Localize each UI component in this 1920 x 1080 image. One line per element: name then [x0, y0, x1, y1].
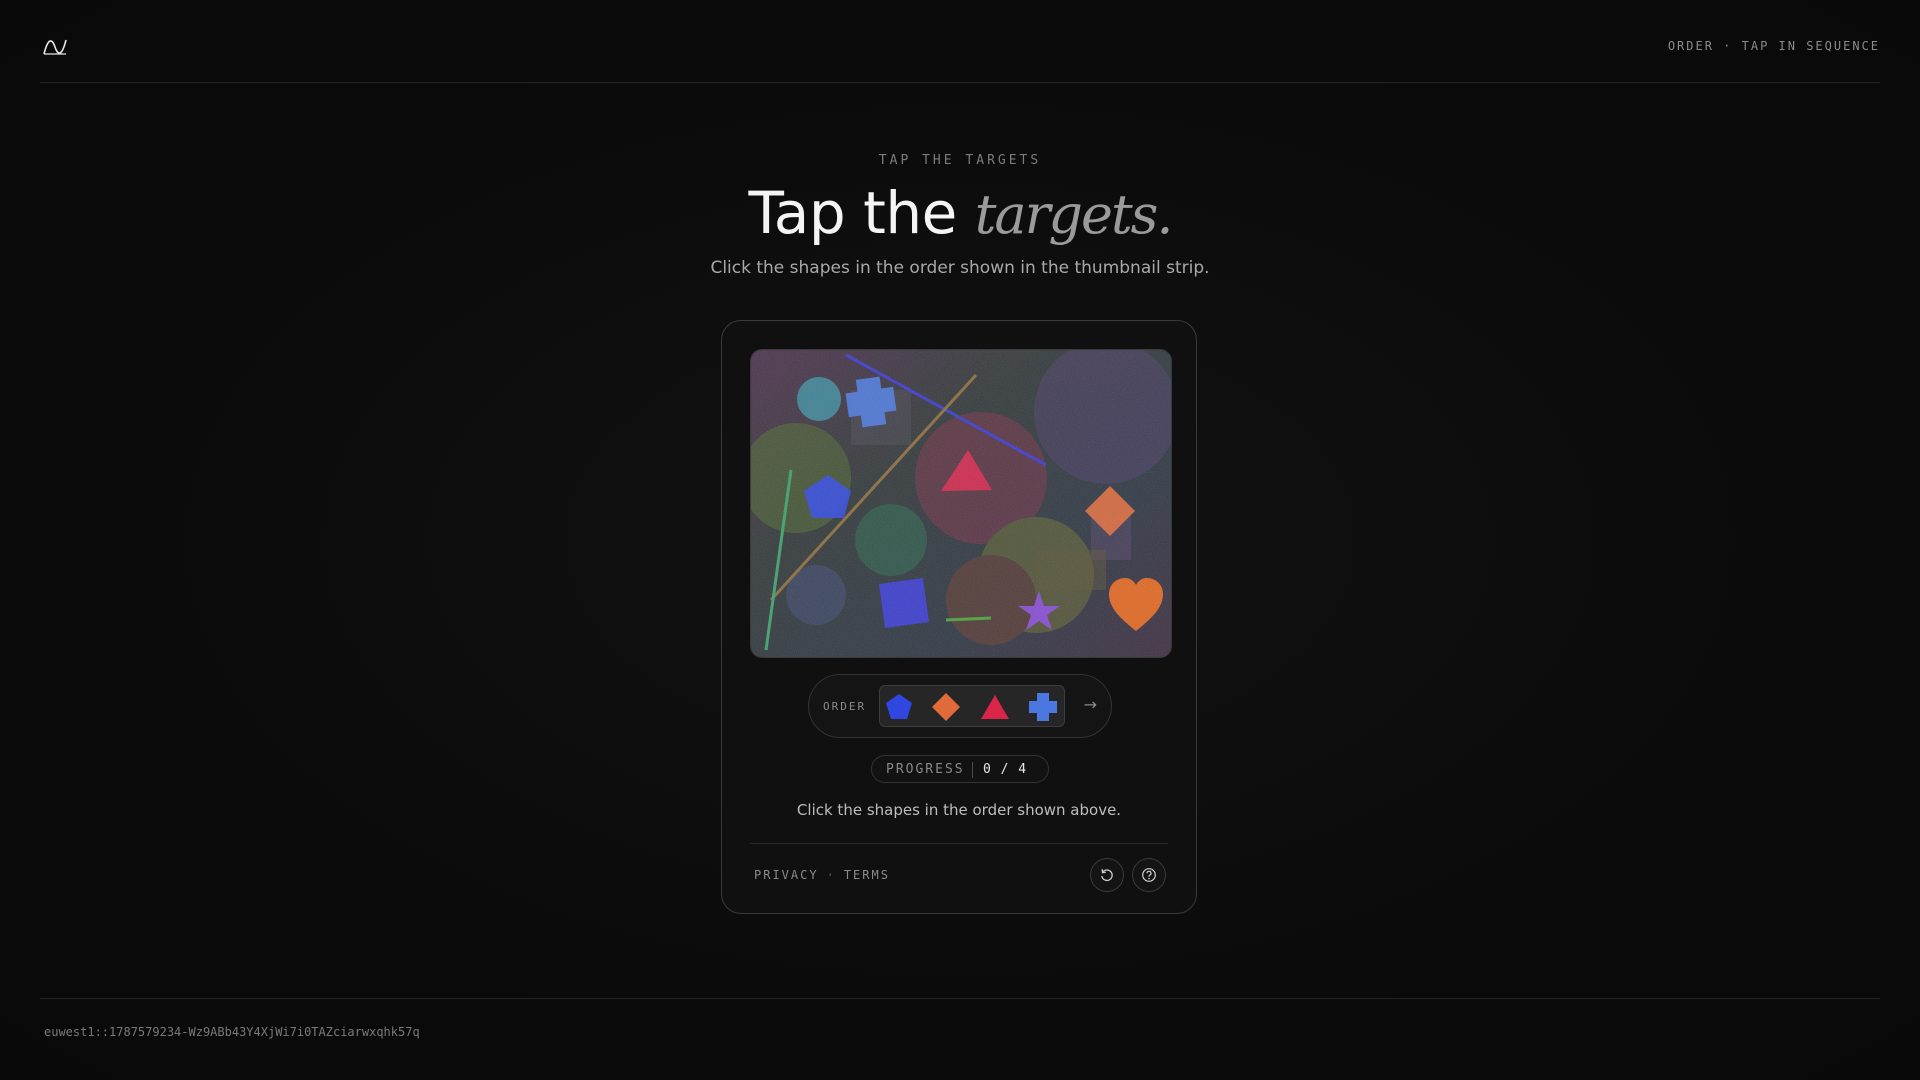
- eyebrow: TAP THE TARGETS: [878, 153, 1042, 168]
- title-main: Tap the: [748, 179, 975, 247]
- help-button[interactable]: [1132, 858, 1166, 892]
- title-emphasis: targets.: [974, 183, 1174, 246]
- top-bar: ORDER · TAP IN SEQUENCE: [40, 0, 1880, 83]
- thumb-diamond-icon: [932, 693, 960, 721]
- arrow-right-icon: →: [1083, 695, 1097, 714]
- link-separator: ·: [826, 868, 836, 882]
- order-strip: ORDER →: [808, 674, 1112, 738]
- progress-separator: [972, 762, 973, 778]
- privacy-link[interactable]: PRIVACY: [754, 868, 819, 882]
- thumb-pentagon-icon: [886, 694, 912, 719]
- order-label: ORDER: [823, 700, 867, 713]
- challenge-canvas[interactable]: [750, 349, 1172, 658]
- challenge-card: ORDER → PROGRESS 0 / 4 Click the shapes …: [721, 320, 1197, 914]
- footer-links: PRIVACY · TERMS: [754, 868, 890, 882]
- instruction-text: Click the shapes in the order shown abov…: [796, 801, 1122, 819]
- progress-indicator: PROGRESS 0 / 4: [871, 755, 1049, 783]
- reload-button[interactable]: [1090, 858, 1124, 892]
- subtitle: Click the shapes in the order shown in t…: [710, 258, 1210, 278]
- thumb-cross-icon: [1029, 693, 1057, 721]
- footer-divider: [40, 998, 1880, 999]
- session-id: euwest1::1787579234-Wz9ABb43Y4XjWi7i0TAZ…: [44, 1025, 420, 1039]
- order-thumbnails: [879, 685, 1065, 727]
- reload-icon: [1101, 869, 1113, 882]
- help-icon: [1142, 868, 1156, 882]
- card-divider: [750, 843, 1168, 844]
- progress-label: PROGRESS: [886, 762, 965, 777]
- terms-link[interactable]: TERMS: [844, 868, 890, 882]
- progress-value: 0 / 4: [983, 762, 1028, 777]
- scene-grain: [751, 350, 1171, 657]
- logo-icon: [43, 39, 67, 55]
- mode-label: ORDER · TAP IN SEQUENCE: [1667, 39, 1880, 53]
- page-title: Tap the targets.: [0, 178, 1920, 250]
- thumb-triangle-icon: [981, 695, 1009, 719]
- challenge-scene[interactable]: [751, 350, 1171, 657]
